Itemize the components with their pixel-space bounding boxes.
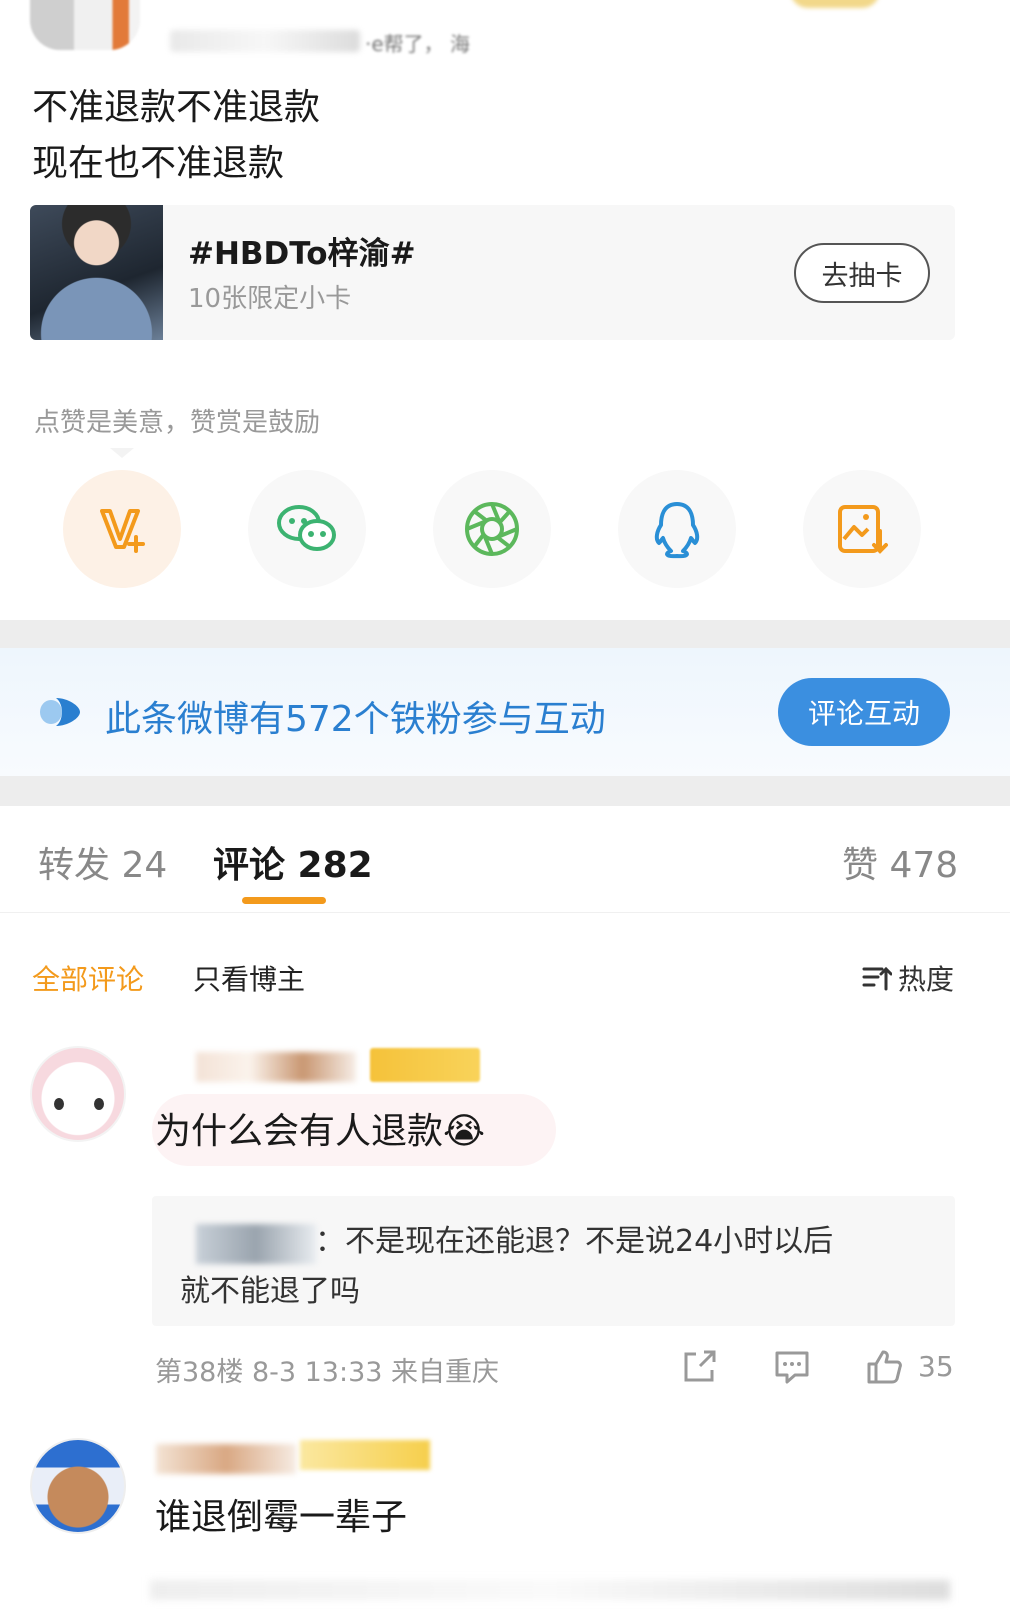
topic-card-subtitle: 10张限定小卡 (188, 284, 352, 314)
qq-icon (654, 502, 700, 559)
reply-text-line2: 就不能退了吗 (180, 1274, 360, 1309)
author-meta: ·e帮了， 海 (365, 32, 471, 56)
avatar-eye (94, 1098, 104, 1110)
comment-meta: 第38楼 8-3 13:33 来自重庆 (155, 1357, 500, 1388)
thumbs-up-icon[interactable] (865, 1348, 903, 1386)
comment-text: 谁退倒霉一辈子 (155, 1497, 408, 1538)
share-icon[interactable] (680, 1348, 718, 1386)
tab-comments[interactable]: 评论 282 (213, 836, 373, 888)
follow-button-partial[interactable] (790, 0, 880, 8)
comment-interact-button[interactable]: 评论互动 (778, 678, 950, 746)
sort-icon (862, 966, 892, 991)
active-tab-indicator (242, 897, 326, 904)
wechat-share-button[interactable] (248, 470, 366, 588)
avatar[interactable] (30, 1438, 126, 1534)
draw-card-button[interactable]: 去抽卡 (794, 243, 930, 303)
topic-card-image (30, 205, 163, 340)
filter-author-only[interactable]: 只看博主 (193, 958, 305, 998)
avatar[interactable] (30, 1046, 126, 1142)
reply-text: ：不是现在还能退？不是说24小时以后 (315, 1224, 834, 1259)
reply-icon[interactable] (773, 1348, 811, 1386)
like-count: 35 (918, 1350, 954, 1383)
sort-button[interactable]: 热度 (862, 958, 954, 998)
tab-likes[interactable]: 赞 478 (842, 836, 958, 888)
next-meta-partial (150, 1580, 950, 1600)
commenter-name-blurred[interactable] (156, 1444, 296, 1474)
like-hint: 点赞是美意，赞赏是鼓励 (34, 408, 321, 438)
wechat-icon (277, 505, 336, 551)
reply-author-blurred[interactable] (196, 1224, 316, 1264)
qq-share-button[interactable] (618, 470, 736, 588)
author-avatar[interactable] (30, 0, 140, 50)
avatar-eye (54, 1098, 64, 1110)
commenter-name-blurred[interactable] (196, 1052, 356, 1082)
filter-all-comments[interactable]: 全部评论 (32, 958, 144, 998)
sort-label: 热度 (898, 963, 955, 996)
comment-text: 为什么会有人退款😭 (155, 1111, 486, 1152)
post-line: 现在也不准退款 (32, 143, 285, 184)
tab-divider (0, 912, 1010, 913)
fan-badge-blurred[interactable] (300, 1440, 430, 1470)
fans-banner-text: 此条微博有572个铁粉参与互动 (105, 699, 606, 740)
author-name-blurred[interactable] (170, 30, 360, 52)
v-plus-button[interactable] (63, 470, 181, 588)
fans-banner-icon (40, 698, 80, 726)
fan-badge-blurred[interactable] (370, 1048, 480, 1082)
section-divider (0, 776, 1010, 806)
hint-pointer (110, 448, 134, 458)
moments-share-button[interactable] (433, 470, 551, 588)
section-divider (0, 620, 1010, 650)
save-image-button[interactable] (803, 470, 921, 588)
save-image-icon (838, 505, 888, 554)
post-line: 不准退款不准退款 (32, 87, 321, 128)
post-text: 不准退款不准退款 现在也不准退款 (32, 80, 320, 192)
moments-icon (465, 502, 519, 556)
v-plus-icon (100, 509, 145, 553)
tab-repost[interactable]: 转发 24 (38, 836, 167, 888)
topic-card-title[interactable]: #HBDTo梓渝# (188, 228, 416, 273)
